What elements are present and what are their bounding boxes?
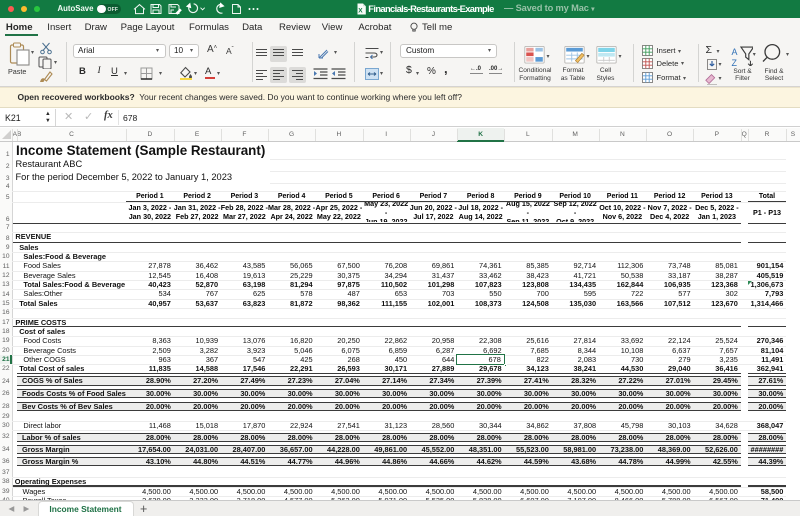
svg-text:Z: Z bbox=[731, 58, 737, 66]
svg-text:A: A bbox=[731, 46, 737, 56]
svg-text:X: X bbox=[358, 7, 363, 14]
